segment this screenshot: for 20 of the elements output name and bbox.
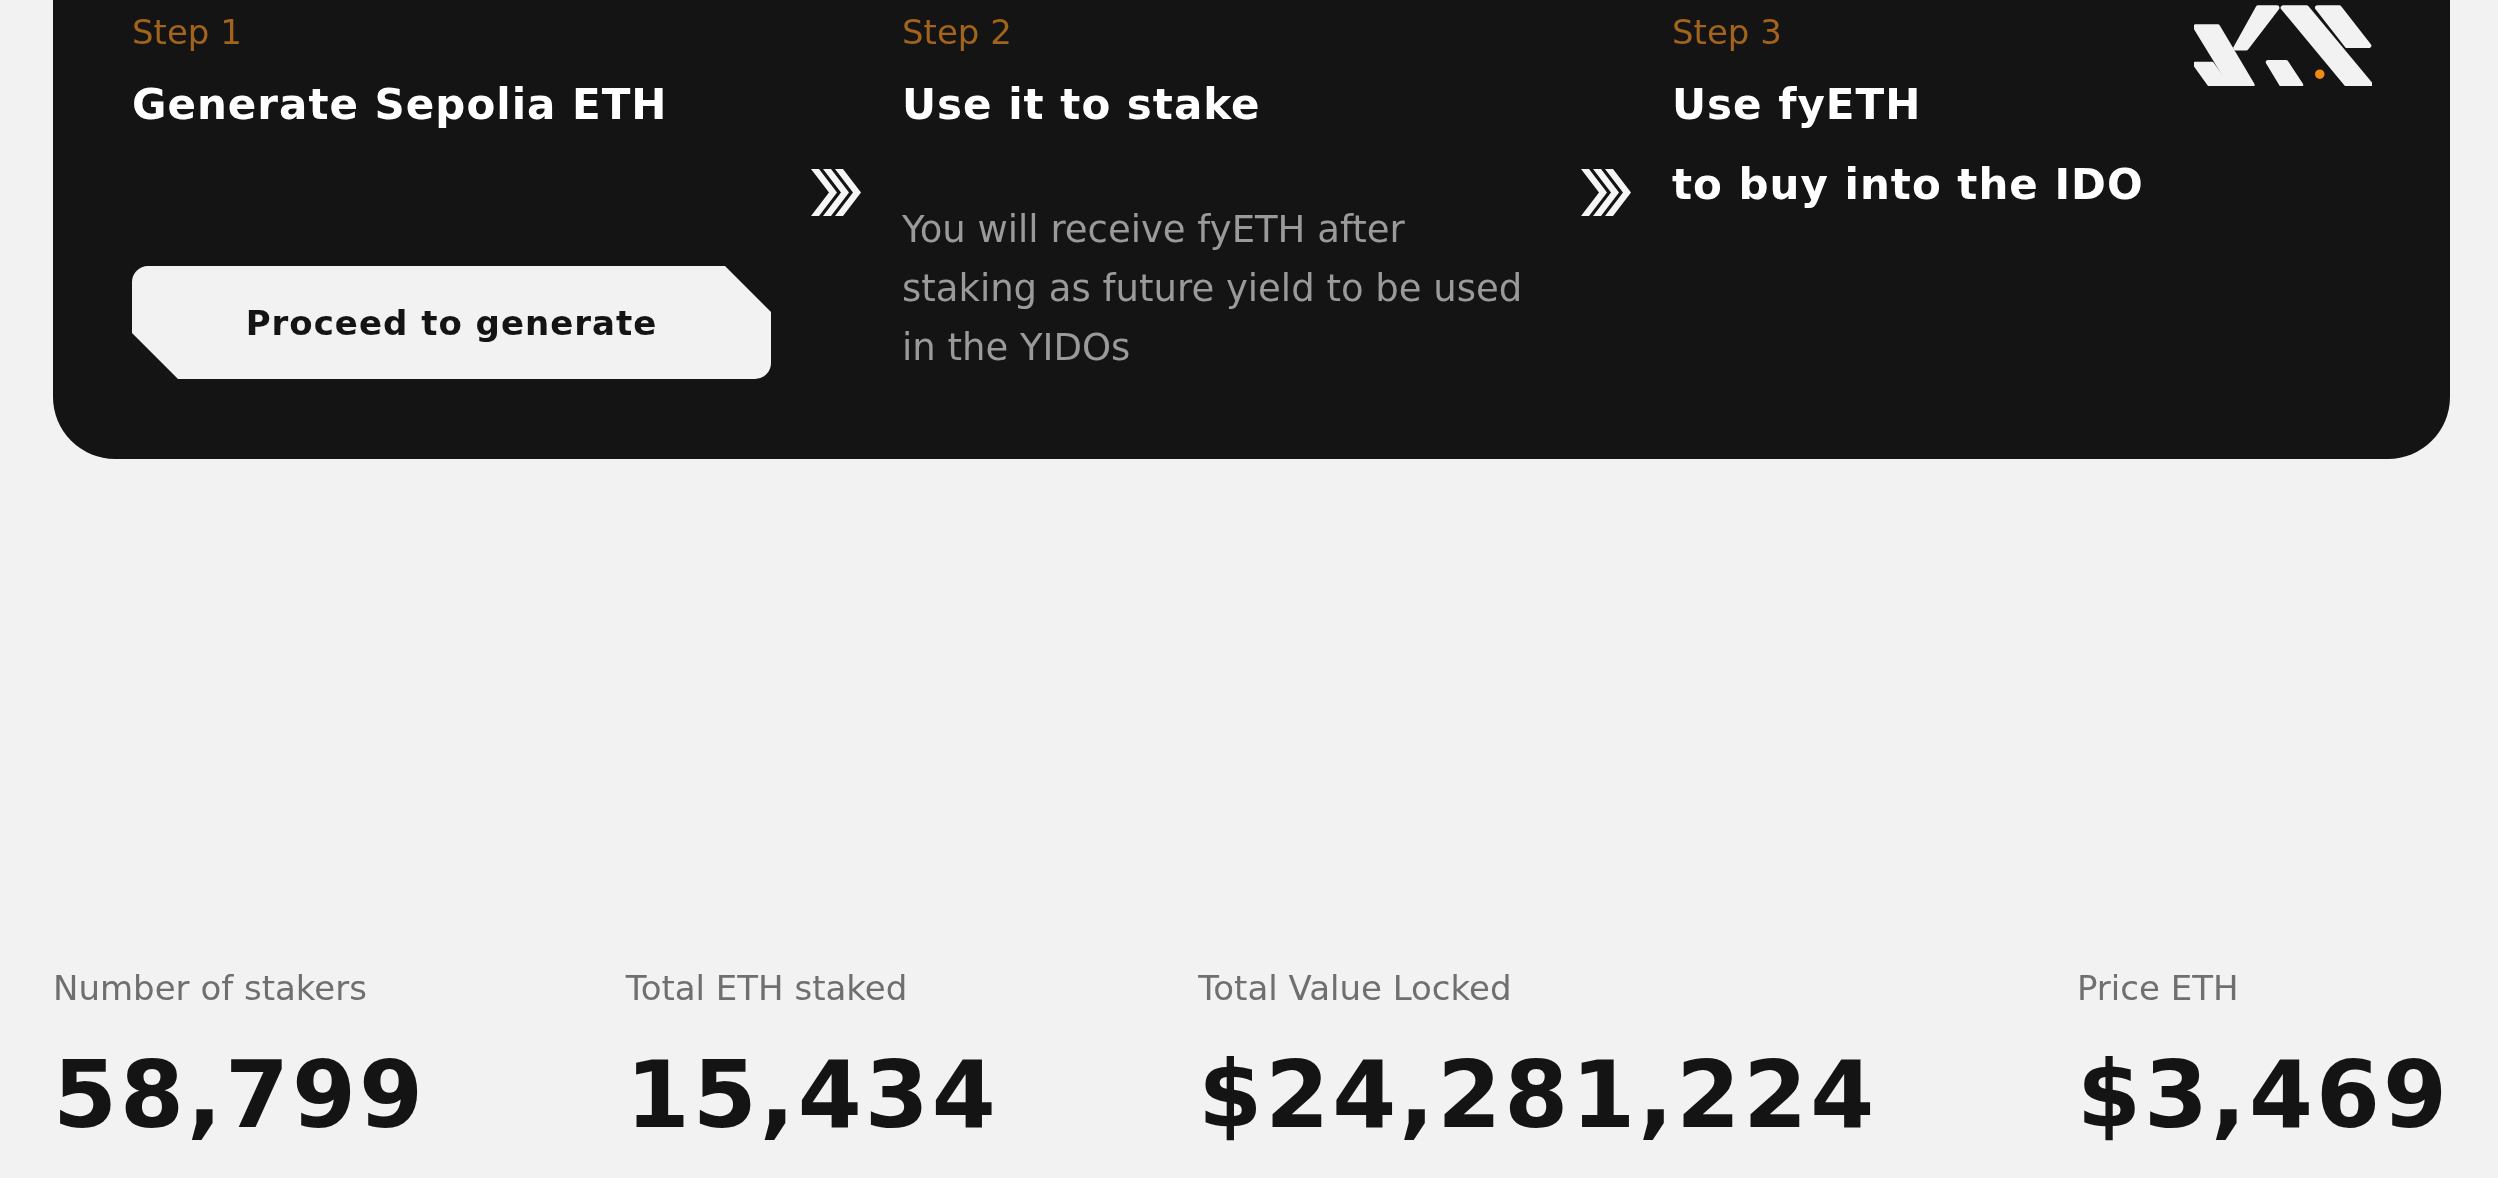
generate-button[interactable]: Proceed to generate: [132, 266, 771, 379]
triple-chevron-icon: [811, 168, 862, 217]
stat-label: Total ETH staked: [625, 967, 908, 1010]
stat-label: Number of stakers: [53, 967, 367, 1010]
step-title: to buy into the IDO: [1672, 159, 2144, 211]
step-label: Step 3: [1672, 12, 1782, 52]
stat-value: $3,469: [2076, 1041, 2450, 1151]
step-label: Step 2: [902, 12, 1012, 52]
stat-value: 58,799: [53, 1041, 427, 1151]
stat-value: 15,434: [625, 1041, 999, 1151]
stat-value: $24,281,224: [1198, 1041, 1878, 1151]
stat-label: Price ETH: [2076, 967, 2239, 1010]
triple-chevron-icon: [1581, 168, 1632, 217]
step-description: You will receive fyETH after staking as future yield to be used in the YIDOs: [902, 207, 1524, 371]
step-title: Generate Sepolia ETH: [132, 79, 668, 131]
step-label: Step 1: [132, 12, 242, 52]
logo-icon: [2194, 3, 2372, 86]
stat-label: Total Value Locked: [1198, 967, 1512, 1010]
step-title: Use fyETH: [1672, 79, 1922, 131]
step-title: Use it to stake: [902, 79, 1261, 131]
